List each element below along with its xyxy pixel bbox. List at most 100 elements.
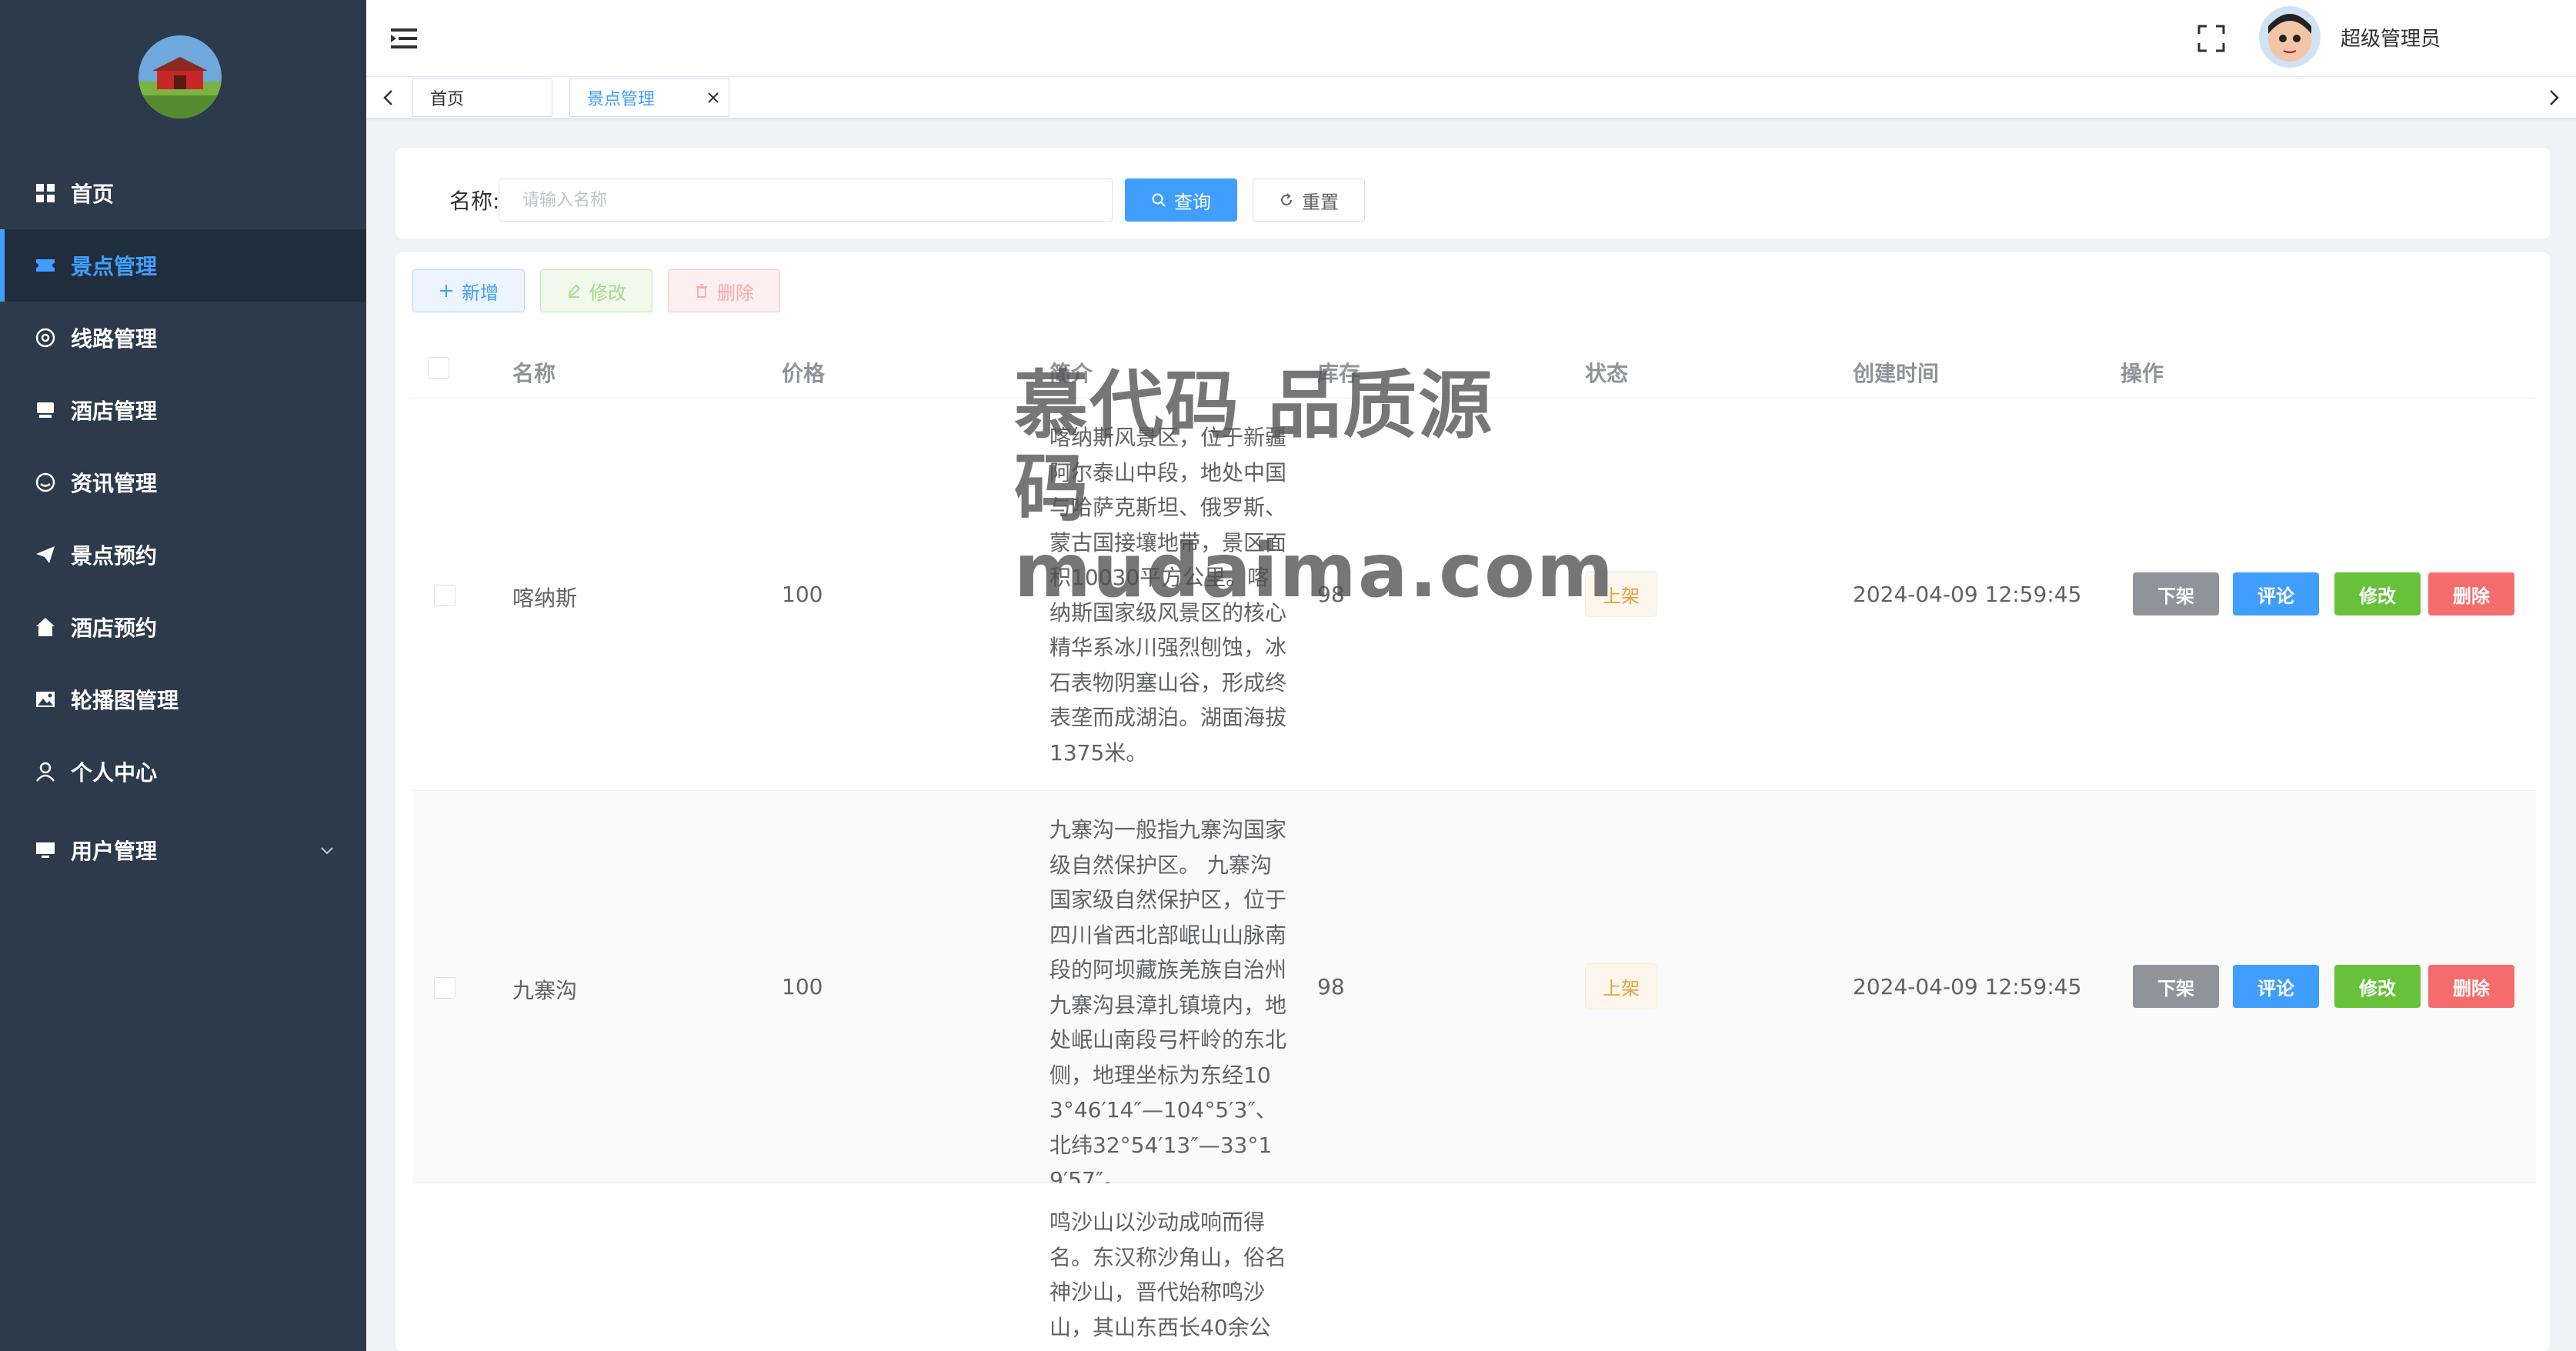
chevron-left-icon[interactable]	[379, 88, 399, 108]
sidebar-item-hotels[interactable]: 酒店管理	[0, 374, 366, 446]
sidebar-item-label: 景点预约	[71, 543, 158, 569]
fullscreen-icon[interactable]	[2197, 25, 2225, 52]
username[interactable]: 超级管理员	[2341, 23, 2441, 52]
delete-button-label: 删除	[717, 282, 754, 304]
sidebar-item-label: 资讯管理	[71, 471, 158, 496]
row-checkbox[interactable]	[434, 585, 455, 606]
search-icon	[1152, 193, 1166, 207]
news-icon	[34, 471, 57, 494]
tag-label: 景点管理	[587, 90, 656, 109]
cell-stock: 98	[1317, 974, 1345, 999]
cell-created: 2024-04-09 12:59:45	[1853, 582, 2082, 607]
sidebar-item-label: 酒店管理	[71, 399, 158, 424]
trash-icon	[696, 284, 707, 298]
take-down-button[interactable]: 下架	[2133, 572, 2219, 615]
sidebar-item-attractions[interactable]: 景点管理	[0, 229, 366, 302]
sidebar-item-label: 用户管理	[71, 839, 158, 864]
cell-name: 九寨沟	[512, 978, 578, 1003]
table-card: 新增 修改 删除 名称 价格 简介 库存 状态 创建时间 操作 喀纳斯 100 …	[395, 252, 2550, 1351]
chevron-down-icon	[321, 847, 333, 855]
cell-description: 鸣沙山以沙动成响而得名。东汉称沙角山，俗名神沙山，晋代始称鸣沙山，其山东西长40…	[1049, 1209, 1287, 1340]
monitor-icon	[34, 839, 57, 862]
column-header: 价格	[782, 361, 826, 386]
add-button[interactable]: 新增	[412, 269, 525, 312]
table-header: 名称 价格 简介 库存 状态 创建时间 操作	[412, 337, 2536, 399]
delete-row-button[interactable]: 删除	[2428, 965, 2514, 1008]
hotel-icon	[34, 399, 57, 422]
sidebar-item-users[interactable]: 用户管理	[0, 814, 366, 886]
cell-description: 九寨沟一般指九寨沟国家级自然保护区。 九寨沟国家级自然保护区，位于四川省西北部岷…	[1049, 817, 1287, 1193]
sidebar-item-hotel-booking[interactable]: 酒店预约	[0, 591, 366, 663]
sidebar-item-attraction-booking[interactable]: 景点预约	[0, 519, 366, 591]
sidebar-item-label: 首页	[71, 182, 115, 207]
tags-view: 首页 景点管理	[366, 77, 2576, 118]
sidebar-item-label: 轮播图管理	[71, 688, 179, 713]
row-checkbox[interactable]	[434, 977, 455, 999]
comment-button[interactable]: 评论	[2233, 965, 2319, 1008]
cell-price: 100	[782, 974, 823, 999]
column-header: 库存	[1317, 361, 1361, 386]
search-label: 名称:	[449, 188, 500, 214]
sidebar-item-home[interactable]: 首页	[0, 157, 366, 229]
hamburger-icon[interactable]	[391, 26, 417, 51]
table-row: 九寨沟 100 九寨沟一般指九寨沟国家级自然保护区。 九寨沟国家级自然保护区，位…	[412, 791, 2536, 1193]
column-header: 状态	[1585, 361, 1629, 386]
query-button[interactable]: 查询	[1125, 178, 1237, 222]
reset-button-label: 重置	[1302, 191, 1339, 213]
search-input[interactable]	[499, 178, 1113, 222]
plus-icon	[440, 285, 452, 297]
picture-icon	[34, 688, 57, 711]
sidebar-item-label: 景点管理	[71, 254, 158, 279]
add-button-label: 新增	[462, 282, 499, 304]
logo	[138, 35, 222, 118]
column-header: 操作	[2121, 361, 2164, 386]
sidebar-item-routes[interactable]: 线路管理	[0, 302, 366, 374]
chevron-right-icon[interactable]	[2544, 88, 2564, 108]
comment-button[interactable]: 评论	[2233, 572, 2319, 615]
sidebar-menu: 首页 景点管理 线路管理 酒店管理 资讯管理 景点预约 酒店预约 轮播图管理 个…	[0, 157, 366, 886]
select-all-checkbox[interactable]	[428, 357, 449, 379]
query-button-label: 查询	[1174, 191, 1211, 213]
reset-button[interactable]: 重置	[1253, 178, 1365, 222]
cell-name: 喀纳斯	[512, 585, 578, 611]
edit-button[interactable]: 修改	[540, 269, 652, 312]
sidebar-item-label: 酒店预约	[71, 615, 158, 641]
cell-created: 2024-04-09 12:59:45	[1853, 974, 2082, 999]
status-badge: 上架	[1585, 963, 1657, 1009]
delete-button[interactable]: 删除	[668, 269, 780, 312]
tag-label: 首页	[430, 90, 465, 109]
table-row: 喀纳斯 100 喀纳斯风景区，位于新疆阿尔泰山中段，地处中国与哈萨克斯坦、俄罗斯…	[412, 399, 2536, 791]
sidebar-item-label: 线路管理	[71, 326, 158, 352]
avatar[interactable]	[2259, 6, 2321, 68]
refresh-icon	[1281, 193, 1292, 205]
cell-description: 喀纳斯风景区，位于新疆阿尔泰山中段，地处中国与哈萨克斯坦、俄罗斯、蒙古国接壤地带…	[1049, 425, 1287, 766]
send-icon	[34, 543, 57, 566]
tag-attractions[interactable]: 景点管理	[569, 78, 729, 117]
ticket-icon	[34, 254, 57, 277]
take-down-button[interactable]: 下架	[2133, 965, 2219, 1008]
sidebar-item-profile[interactable]: 个人中心	[0, 736, 366, 808]
delete-row-button[interactable]: 删除	[2428, 572, 2514, 615]
sidebar-item-label: 个人中心	[71, 760, 158, 786]
sidebar-item-carousel[interactable]: 轮播图管理	[0, 663, 366, 736]
sidebar: 首页 景点管理 线路管理 酒店管理 资讯管理 景点预约 酒店预约 轮播图管理 个…	[0, 0, 366, 1351]
sidebar-item-news[interactable]: 资讯管理	[0, 446, 366, 519]
home-icon	[34, 615, 57, 639]
top-navbar: 超级管理员	[366, 0, 2576, 77]
dashboard-icon	[34, 182, 57, 205]
column-header: 简介	[1049, 361, 1093, 386]
edit-icon	[568, 284, 581, 298]
table-row: 鸣沙山以沙动成响而得名。东汉称沙角山，俗名神沙山，晋代始称鸣沙山，其山东西长40…	[412, 1183, 2536, 1351]
search-form: 名称: 查询 重置	[395, 148, 2550, 239]
user-icon	[34, 760, 57, 783]
route-icon	[34, 326, 57, 349]
modify-button[interactable]: 修改	[2334, 965, 2421, 1008]
column-header: 名称	[512, 361, 556, 386]
modify-button[interactable]: 修改	[2334, 572, 2421, 615]
tag-home[interactable]: 首页	[412, 78, 552, 117]
edit-button-label: 修改	[589, 282, 626, 304]
cell-price: 100	[782, 582, 823, 607]
status-badge: 上架	[1585, 571, 1657, 617]
close-icon[interactable]	[704, 88, 722, 107]
column-header: 创建时间	[1853, 361, 1940, 386]
